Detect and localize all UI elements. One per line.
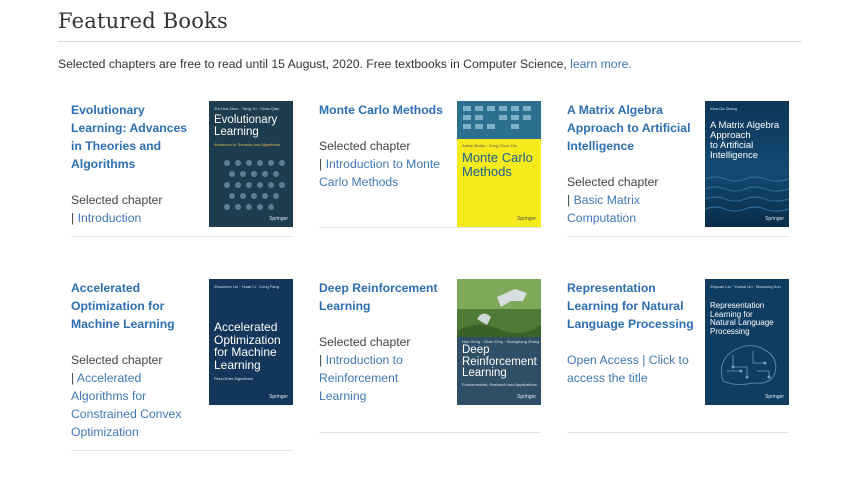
card-divider xyxy=(71,450,293,451)
intro-sentence: Selected chapters are free to read until… xyxy=(58,57,571,71)
chapter-link[interactable]: Introduction xyxy=(78,211,142,225)
blue-grid-pattern-icon xyxy=(457,101,541,139)
card-divider xyxy=(71,236,293,237)
book-title-link[interactable]: Monte Carlo Methods xyxy=(319,101,451,119)
robot-hand-image-icon xyxy=(457,279,541,337)
book-title-link[interactable]: Evolutionary Learning: Advances in Theorie… xyxy=(71,101,203,173)
chapter-label: Selected chapter xyxy=(319,335,411,349)
book-title-link[interactable]: A Matrix Algebra Approach to Artificial In… xyxy=(567,101,699,155)
book-title-link[interactable]: Representation Learning for Natural Langua… xyxy=(567,279,695,333)
card-divider xyxy=(319,432,541,433)
chapter-label: Selected chapter xyxy=(567,175,659,189)
book-cover-image[interactable]: Xian-Da Zhang A Matrix Algebra Approach to… xyxy=(705,101,789,227)
chapter-label: Selected chapter xyxy=(71,193,163,207)
intro-text: Selected chapters are free to read until… xyxy=(58,57,632,71)
chapter-link[interactable]: Accelerated Algorithms for Constrained Con… xyxy=(71,371,181,439)
book-cover-image[interactable]: Zhouchen Lin · Huan Li · Cong Fang Accel… xyxy=(209,279,293,405)
card-divider xyxy=(567,432,789,433)
chapter-link[interactable]: Basic Matrix Computation xyxy=(567,193,640,225)
page-title: Featured Books xyxy=(58,9,228,33)
book-title-link[interactable]: Accelerated Optimization for Machine Learn… xyxy=(71,279,203,333)
book-cover-image[interactable]: Zhi-Hua Zhou · Yang Yu · Chao Qian Evolu… xyxy=(209,101,293,227)
chapter-link[interactable]: Introduction to Monte Carlo Methods xyxy=(319,157,440,189)
card-divider xyxy=(567,236,789,237)
title-divider xyxy=(58,41,802,42)
chapter-label: Selected chapter xyxy=(71,353,163,367)
chapter-label: Selected chapter xyxy=(319,139,411,153)
book-cover-image[interactable]: Hao Dong · Zihan Ding · Shanghang Zhang … xyxy=(457,279,541,405)
book-cover-image[interactable]: Adrian Barbu · Song-Chun Zhu Monte Carlo… xyxy=(457,101,541,227)
evolutionary-dots-pattern-icon xyxy=(224,160,285,210)
book-title-link[interactable]: Deep Reinforcement Learning xyxy=(319,279,451,315)
learn-more-link[interactable]: learn more. xyxy=(570,57,632,71)
open-access-link[interactable]: Open Access | Click to access the title xyxy=(567,353,689,385)
circuit-brain-image-icon xyxy=(720,345,777,386)
book-cover-image[interactable]: Zhiyuan Liu · Yankai Lin · Maosong Sun R… xyxy=(705,279,789,405)
chapter-link[interactable]: Introduction to Reinforcement Learning xyxy=(319,353,403,403)
card-divider xyxy=(319,227,541,228)
